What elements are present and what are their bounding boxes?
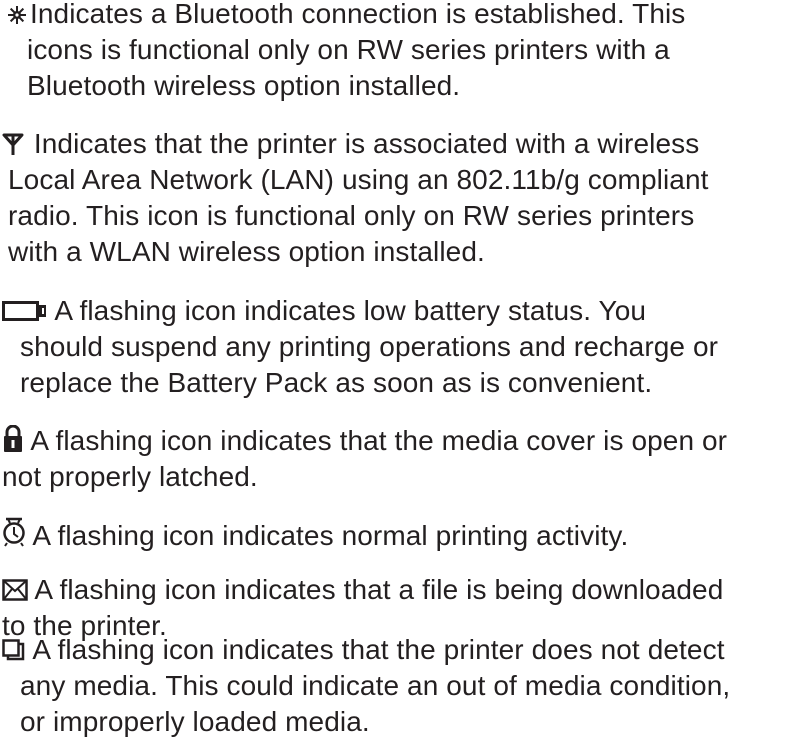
entry-text-line: any media. This could indicate an out of… [20, 670, 731, 701]
entry-text-line: or improperly loaded media. [20, 706, 370, 737]
legend-entry-bluetooth: Indicates a Bluetooth connection is esta… [8, 0, 685, 104]
entry-text-line: Indicates a Bluetooth connection is esta… [30, 0, 686, 29]
entry-text-line: should suspend any printing operations a… [20, 331, 719, 362]
legend-entry-printing-activity: A flashing icon indicates normal printin… [2, 515, 628, 554]
legend-entry-media-cover: A flashing icon indicates that the media… [2, 422, 727, 495]
envelope-icon [2, 579, 28, 601]
legend-entry-wireless-lan: Indicates that the printer is associated… [2, 126, 709, 270]
entry-text-line: A flashing icon indicates that the media… [24, 425, 728, 456]
legend-entry-battery: A flashing icon indicates low battery st… [2, 293, 718, 401]
entry-text-line: Indicates that the printer is associated… [26, 128, 700, 159]
bluetooth-icon [8, 5, 26, 25]
antenna-icon [2, 133, 24, 155]
entry-text-line: icons is functional only on RW series pr… [27, 34, 670, 65]
entry-text-line: A flashing icon indicates that a file is… [28, 574, 724, 605]
no-media-icon [2, 639, 26, 661]
entry-text-line: A flashing icon indicates low battery st… [48, 295, 647, 326]
entry-text-line: Local Area Network (LAN) using an 802.11… [8, 164, 709, 195]
entry-text-line: radio. This icon is functional only on R… [8, 200, 695, 231]
legend-entry-no-media: A flashing icon indicates that the print… [2, 632, 730, 740]
alarm-clock-icon [2, 517, 26, 547]
entry-text-line: A flashing icon indicates normal printin… [26, 520, 629, 551]
entry-text-line: replace the Battery Pack as soon as is c… [20, 367, 653, 398]
entry-text-line: with a WLAN wireless option installed. [8, 236, 485, 267]
entry-text-line: Bluetooth wireless option installed. [27, 70, 461, 101]
padlock-icon [2, 425, 24, 453]
entry-text-line: not properly latched. [2, 461, 258, 492]
entry-text-line: A flashing icon indicates that the print… [26, 634, 725, 665]
battery-icon [2, 301, 48, 321]
